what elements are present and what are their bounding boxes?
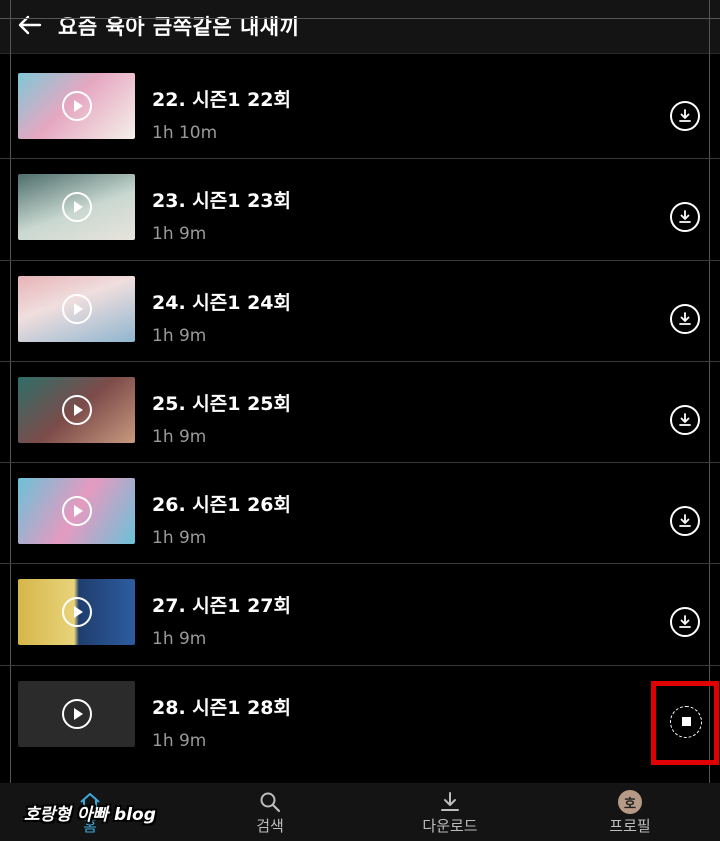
episode-title: 23. 시즌1 23회: [152, 190, 291, 213]
download-icon: [679, 109, 691, 122]
episode-title: 27. 시즌1 27회: [152, 595, 291, 618]
download-button[interactable]: [670, 202, 700, 233]
guide-line-top: [0, 18, 720, 19]
play-icon: [62, 192, 92, 223]
download-icon: [679, 412, 691, 426]
download-button[interactable]: [670, 506, 700, 537]
episode-title: 26. 시즌1 26회: [152, 494, 291, 517]
episode-title: 25. 시즌1 25회: [152, 392, 291, 415]
highlight-annotation: [651, 681, 719, 765]
nav-profile-label: 프로필: [609, 817, 651, 835]
avatar: 호: [618, 790, 642, 814]
episode-title: 24. 시즌1 24회: [152, 291, 291, 314]
play-icon: [62, 597, 92, 628]
download-button[interactable]: [670, 101, 700, 131]
nav-downloads-label: 다운로드: [422, 817, 478, 835]
download-button[interactable]: [670, 404, 700, 435]
nav-search-label: 검색: [256, 817, 284, 835]
play-icon: [62, 91, 92, 121]
episode-thumbnail[interactable]: [18, 275, 135, 342]
episode-duration: 1h 9m: [152, 224, 207, 245]
episode-row[interactable]: 25. 시즌1 25회 1h 9m: [0, 362, 720, 464]
episode-row[interactable]: 24. 시즌1 24회 1h 9m: [0, 261, 720, 362]
top-bar: 요즘 육아 금쪽같은 내새끼: [0, 0, 720, 54]
back-button[interactable]: [14, 8, 46, 42]
episode-row[interactable]: 27. 시즌1 27회 1h 9m: [0, 564, 720, 666]
download-icon: [679, 514, 691, 528]
episode-thumbnail[interactable]: [18, 579, 135, 646]
nav-profile[interactable]: 호 프로필: [598, 783, 662, 841]
episode-duration: 1h 9m: [152, 730, 207, 751]
download-icon: [679, 615, 691, 629]
episode-row[interactable]: 26. 시즌1 26회 1h 9m: [0, 463, 720, 565]
download-button[interactable]: [670, 607, 700, 638]
page-title: 요즘 육아 금쪽같은 내새끼: [58, 15, 300, 39]
episode-title: 22. 시즌1 22회: [152, 89, 291, 111]
episode-thumbnail[interactable]: [18, 478, 135, 545]
episode-title: 28. 시즌1 28회: [152, 696, 291, 719]
episode-thumbnail[interactable]: [18, 680, 135, 747]
episode-duration: 1h 9m: [152, 629, 207, 650]
nav-search[interactable]: 검색: [238, 783, 302, 841]
episode-duration: 1h 10m: [152, 123, 218, 143]
watermark: 호랑형 아빠 blog: [24, 805, 156, 825]
episode-duration: 1h 9m: [152, 426, 207, 447]
play-icon: [62, 496, 92, 527]
episode-row[interactable]: 28. 시즌1 28회 1h 9m: [0, 666, 720, 767]
episode-thumbnail[interactable]: [18, 174, 135, 241]
search-icon: [260, 792, 281, 813]
episode-list: 22. 시즌1 22회 1h 10m 23. 시즌1 23회 1h 9m 24.…: [0, 58, 720, 767]
play-icon: [62, 394, 92, 425]
episode-duration: 1h 9m: [152, 325, 207, 346]
download-icon: [441, 792, 459, 811]
play-icon: [62, 293, 92, 324]
episode-duration: 1h 9m: [152, 528, 207, 549]
play-icon: [62, 698, 92, 729]
nav-downloads[interactable]: 다운로드: [410, 783, 490, 841]
episode-thumbnail[interactable]: [18, 376, 135, 443]
episode-row[interactable]: 23. 시즌1 23회 1h 9m: [0, 159, 720, 261]
episode-row[interactable]: 22. 시즌1 22회 1h 10m: [0, 58, 720, 160]
download-button[interactable]: [670, 303, 700, 334]
episode-thumbnail[interactable]: [18, 73, 135, 139]
download-icon: [679, 311, 691, 325]
download-icon: [679, 210, 691, 224]
